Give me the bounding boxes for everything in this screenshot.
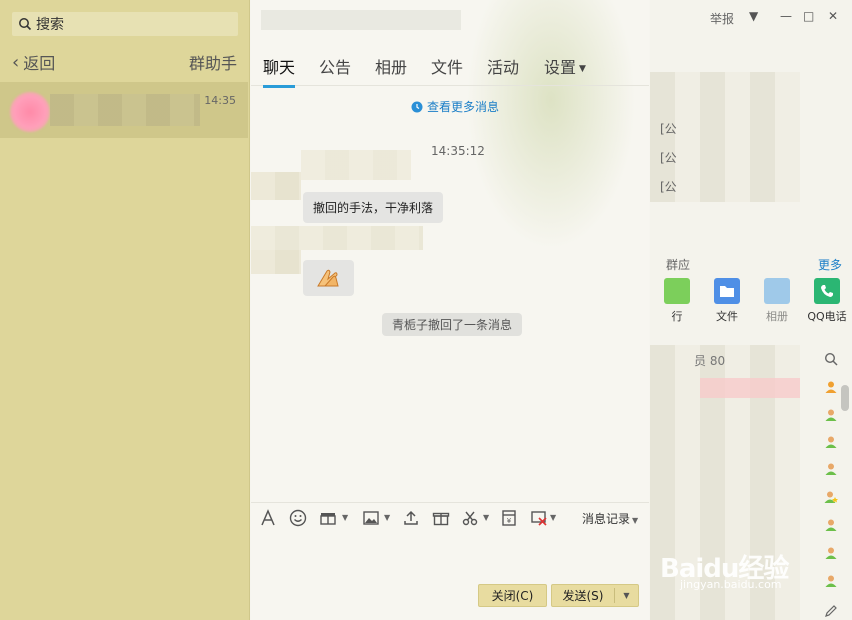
svg-text:¥: ¥ xyxy=(507,517,512,525)
emoji-icon[interactable] xyxy=(289,509,307,527)
announcement-item[interactable]: [公 xyxy=(660,173,677,202)
app-qq-call[interactable]: QQ电话 xyxy=(802,278,852,324)
red-packet-icon[interactable]: ¥ xyxy=(500,509,518,527)
member-icon xyxy=(825,519,837,531)
emoji-message-bubble[interactable] xyxy=(303,260,354,296)
owner-icon xyxy=(825,381,837,393)
sender-avatar-blurred xyxy=(251,250,301,274)
load-more-messages-link[interactable]: 查看更多消息 xyxy=(411,98,499,115)
message-history-button[interactable]: 消息记录 ▼ xyxy=(582,510,638,527)
folder-icon xyxy=(714,278,740,304)
members-header: 员 80 xyxy=(694,354,726,368)
app-album[interactable]: 相册 xyxy=(752,278,802,324)
announcement-item[interactable]: [公 xyxy=(660,115,677,144)
send-button[interactable]: 发送(S) ▼ xyxy=(551,584,639,607)
dropdown-icon[interactable]: ▼ xyxy=(749,9,758,23)
group-apps-title: 群应 xyxy=(666,258,691,272)
upload-icon[interactable] xyxy=(402,509,420,527)
message-bubble[interactable]: 撤回的手法，干净利落 xyxy=(303,192,444,223)
send-options-dropdown[interactable]: ▼ xyxy=(615,591,638,600)
caret-down-icon[interactable]: ▼ xyxy=(384,513,390,522)
caret-down-icon: ▼ xyxy=(579,63,586,74)
recall-notice: 青栀子撤回了一条消息 xyxy=(382,313,523,336)
scissors-icon[interactable] xyxy=(461,509,479,527)
sender-name-blurred xyxy=(251,226,423,250)
app-label: QQ电话 xyxy=(807,310,847,323)
praying-hands-icon xyxy=(316,269,339,287)
group-helper-link[interactable]: 群助手 xyxy=(189,50,237,74)
photo-icon xyxy=(764,278,790,304)
chevron-left-icon: ‹ xyxy=(12,51,20,73)
search-icon[interactable] xyxy=(824,352,838,366)
tab-bar: 聊天 公告 相册 文件 活动 设置 ▼ xyxy=(251,52,649,88)
app-label: 行 xyxy=(671,310,683,323)
close-icon[interactable]: ✕ xyxy=(828,9,838,23)
tab-chat[interactable]: 聊天 xyxy=(263,54,296,88)
search-icon xyxy=(19,18,32,31)
member-icon xyxy=(825,409,837,421)
chat-panel: 聊天 公告 相册 文件 活动 设置 ▼ 查看更多消息 14:35:12 撤回的手法… xyxy=(251,0,649,620)
message-timestamp: 14:35:12 xyxy=(431,144,485,158)
back-button[interactable]: ‹ 返回 xyxy=(12,50,55,74)
announcement-item[interactable]: [公 xyxy=(660,144,677,173)
report-link[interactable]: 举报 xyxy=(710,10,734,27)
sender-avatar-blurred xyxy=(251,172,301,200)
member-icon xyxy=(825,547,837,559)
conversation-item[interactable]: 14:35 xyxy=(0,82,248,138)
group-title-blurred xyxy=(261,10,461,30)
caret-down-icon[interactable]: ▼ xyxy=(342,513,348,522)
phone-icon xyxy=(814,278,840,304)
clock-icon xyxy=(411,101,423,112)
input-toolbar: ▼ ▼ ▼ ¥ ▼ 消息记录 ▼ xyxy=(251,502,649,532)
app-item[interactable]: 行 xyxy=(652,278,702,324)
tab-activity[interactable]: 活动 xyxy=(487,54,519,78)
search-input[interactable]: 搜索 xyxy=(36,14,64,34)
member-star-icon xyxy=(824,491,838,503)
tab-announcement[interactable]: 公告 xyxy=(319,54,351,78)
avatar xyxy=(10,92,50,132)
app-label: 文件 xyxy=(716,310,738,323)
minimize-icon[interactable]: — xyxy=(780,9,792,23)
back-label: 返回 xyxy=(23,54,56,73)
window-controls: 举报 ▼ — □ ✕ xyxy=(650,8,852,28)
member-icon xyxy=(825,463,837,475)
background-decoration xyxy=(466,0,636,250)
caret-down-icon[interactable]: ▼ xyxy=(550,513,556,522)
screen-share-icon[interactable] xyxy=(530,509,548,527)
load-more-label: 查看更多消息 xyxy=(427,100,500,114)
message-text: 撤回的手法，干净利落 xyxy=(313,201,434,215)
group-info-panel: [公 [公 [公 群应 更多 行 文件 相册 QQ电话 员 80 xyxy=(650,0,852,620)
image-icon[interactable] xyxy=(362,509,380,527)
tab-settings-label: 设置 xyxy=(544,58,577,77)
tab-album[interactable]: 相册 xyxy=(375,54,407,78)
watermark-url: jingyan.baidu.com xyxy=(680,578,782,591)
history-label: 消息记录 xyxy=(582,512,631,526)
close-button[interactable]: 关闭(C) xyxy=(478,584,547,607)
app-files[interactable]: 文件 xyxy=(702,278,752,324)
gift-box-icon[interactable] xyxy=(432,509,450,527)
send-label: 发送(S) xyxy=(562,589,604,603)
announcement-list: [公 [公 [公 xyxy=(660,115,677,202)
member-icon xyxy=(825,436,837,448)
maximize-icon[interactable]: □ xyxy=(803,9,814,23)
sidebar: 搜索 ‹ 返回 群助手 14:35 xyxy=(0,0,250,620)
more-apps-link[interactable]: 更多 xyxy=(818,256,842,273)
tab-files[interactable]: 文件 xyxy=(431,54,463,78)
caret-down-icon[interactable]: ▼ xyxy=(483,513,489,522)
caret-down-icon: ▼ xyxy=(632,516,639,525)
member-highlight-blurred xyxy=(700,378,800,398)
edit-icon[interactable] xyxy=(824,604,838,618)
conversation-time: 14:35 xyxy=(204,94,236,107)
app-label: 相册 xyxy=(766,310,788,323)
scrollbar[interactable] xyxy=(841,385,849,411)
search-box[interactable]: 搜索 xyxy=(12,12,238,36)
app-icon xyxy=(664,278,690,304)
gift-icon[interactable] xyxy=(319,509,337,527)
conversation-title-blurred xyxy=(50,94,200,126)
tab-settings[interactable]: 设置 ▼ xyxy=(544,54,586,78)
member-icon xyxy=(825,575,837,587)
font-icon[interactable] xyxy=(259,509,277,527)
sender-name-blurred xyxy=(301,150,411,180)
